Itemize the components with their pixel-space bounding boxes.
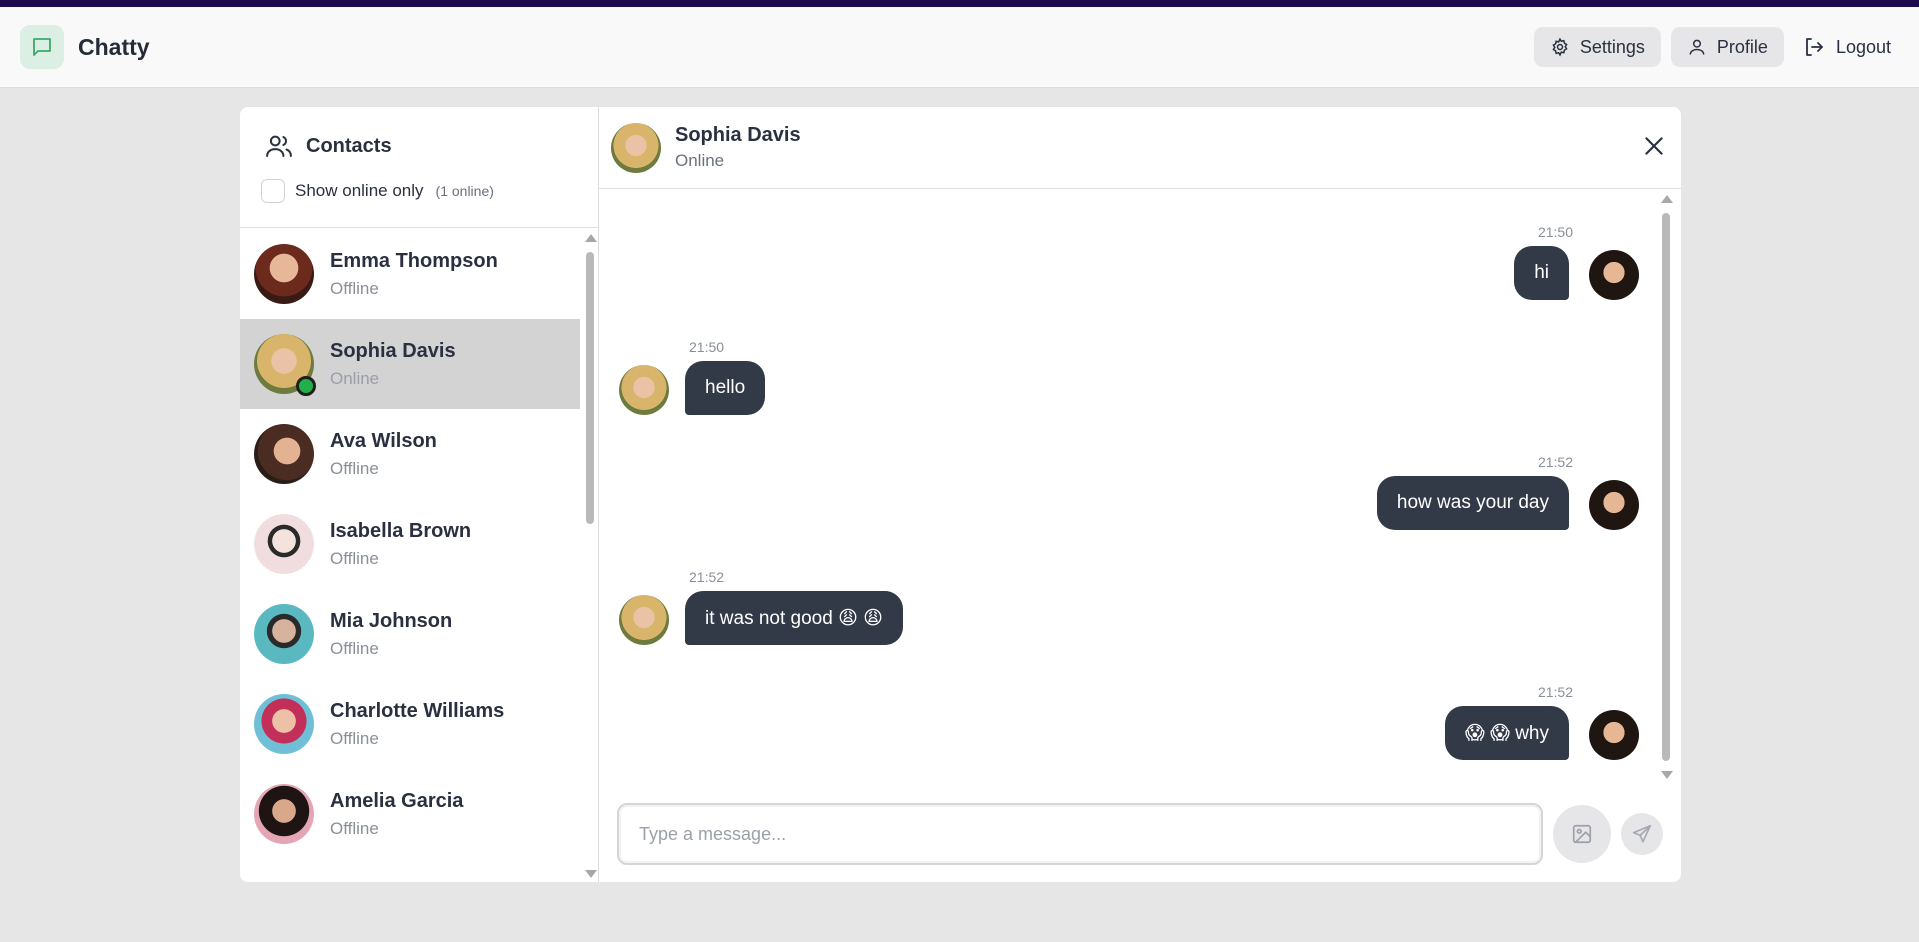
contacts-scrollbar[interactable] (583, 234, 597, 878)
message-input[interactable] (617, 803, 1543, 865)
message-text: hi (1534, 262, 1549, 283)
message-text: 😱 😱 why (1465, 722, 1549, 744)
user-icon (1689, 39, 1705, 55)
message-bubble: hi (1514, 246, 1569, 300)
settings-button[interactable]: Settings (1533, 27, 1661, 67)
online-count: (1 online) (435, 183, 494, 199)
contact-name: Sophia Davis (330, 339, 456, 362)
avatar (254, 244, 314, 304)
logout-label: Logout (1835, 36, 1891, 57)
chat-header: Sophia Davis Online (599, 107, 1681, 189)
chat-contact-name: Sophia Davis (675, 124, 801, 146)
sidebar-header: Contacts Show online only (1 online) (240, 107, 598, 228)
close-icon[interactable] (1641, 133, 1667, 164)
message-time: 21:52 (1537, 454, 1573, 470)
contact-item[interactable]: Charlotte Williams Offline (240, 679, 580, 769)
settings-label: Settings (1579, 36, 1645, 57)
avatar (1589, 710, 1639, 760)
avatar (1589, 250, 1639, 300)
chat-contact-status: Online (675, 151, 725, 170)
attach-image-button[interactable] (1553, 805, 1611, 863)
contact-name: Amelia Garcia (330, 789, 464, 812)
avatar (619, 595, 669, 645)
brand[interactable]: Chatty (20, 25, 150, 69)
avatar (254, 784, 314, 844)
message-bubble: it was not good 😩 😩 (685, 591, 903, 645)
message-time: 21:50 (689, 339, 725, 355)
contact-name: Emma Thompson (330, 249, 498, 272)
app-name: Chatty (78, 33, 150, 60)
message-text: hello (705, 377, 746, 398)
message-sent: 21:52 😱 😱 why (599, 650, 1661, 760)
contact-status: Offline (330, 278, 379, 298)
avatar (254, 514, 314, 574)
scrollbar-thumb[interactable] (1662, 213, 1670, 761)
send-button[interactable] (1621, 813, 1663, 855)
contact-status: Offline (330, 638, 379, 658)
chat-panel: Sophia Davis Online 21:50 hi 21:50 hello… (599, 107, 1681, 882)
message-composer (617, 803, 1663, 865)
messages-scrollbar[interactable] (1659, 195, 1673, 779)
contacts-title: Contacts (306, 134, 392, 157)
contact-item[interactable]: Mia Johnson Offline (240, 589, 580, 679)
avatar (611, 122, 661, 173)
message-time: 21:52 (1537, 684, 1573, 700)
message-text: how was your day (1396, 492, 1549, 513)
scroll-down-arrow-icon[interactable] (585, 870, 597, 878)
contact-name: Isabella Brown (330, 519, 472, 542)
message-sent: 21:52 how was your day (599, 420, 1661, 530)
message-bubble: hello (685, 361, 766, 415)
message-list: 21:50 hi 21:50 hello 21:52 how was your … (599, 190, 1661, 760)
show-online-label: Show online only (295, 181, 424, 200)
logout-button[interactable]: Logout (1794, 27, 1899, 67)
contact-name: Charlotte Williams (330, 699, 505, 722)
logout-icon (1806, 38, 1823, 56)
online-indicator (296, 376, 316, 396)
avatar (1589, 480, 1639, 530)
send-icon (1632, 824, 1652, 843)
avatar (254, 694, 314, 754)
contact-status: Offline (330, 458, 379, 478)
contact-name: Mia Johnson (330, 609, 453, 632)
contact-item[interactable]: Ava Wilson Offline (240, 409, 580, 499)
contact-name: Ava Wilson (330, 429, 437, 452)
contact-status: Offline (330, 728, 379, 748)
contact-item[interactable]: Isabella Brown Offline (240, 499, 580, 589)
message-time: 21:52 (689, 569, 725, 585)
message-received: 21:50 hello (599, 305, 1661, 415)
message-bubble: how was your day (1376, 476, 1569, 530)
profile-label: Profile (1716, 36, 1768, 57)
gear-icon (1552, 37, 1568, 57)
profile-button[interactable]: Profile (1670, 27, 1784, 67)
message-received: 21:52 it was not good 😩 😩 (599, 535, 1661, 645)
image-icon (1572, 824, 1592, 844)
show-online-checkbox[interactable] (261, 179, 285, 203)
scroll-up-arrow-icon[interactable] (585, 234, 597, 242)
contact-list: Emma Thompson Offline Sophia Davis Online … (240, 229, 580, 882)
contact-status: Online (330, 368, 380, 388)
top-accent-bar (0, 0, 1919, 7)
avatar (619, 365, 669, 415)
navbar: Chatty Settings Profile Logout (0, 7, 1919, 88)
message-bubble: 😱 😱 why (1445, 706, 1569, 760)
scroll-down-arrow-icon[interactable] (1661, 771, 1673, 779)
message-sent: 21:50 hi (599, 190, 1661, 300)
contacts-sidebar: Contacts Show online only (1 online) Emm… (240, 107, 599, 882)
avatar (254, 604, 314, 664)
contact-item[interactable]: Amelia Garcia Offline (240, 769, 580, 859)
users-icon (266, 135, 292, 157)
contact-status: Offline (330, 818, 379, 838)
message-time: 21:50 (1537, 224, 1573, 240)
contact-item-selected[interactable]: Sophia Davis Online (240, 319, 580, 409)
online-filter[interactable]: Show online only (1 online) (261, 179, 598, 203)
scroll-up-arrow-icon[interactable] (1661, 195, 1673, 203)
avatar (254, 424, 314, 484)
contact-status: Offline (330, 548, 379, 568)
chat-bubble-icon (20, 25, 64, 69)
chat-app-panel: Contacts Show online only (1 online) Emm… (240, 107, 1681, 882)
message-text: it was not good 😩 😩 (705, 607, 883, 629)
contact-item[interactable]: Emma Thompson Offline (240, 229, 580, 319)
scrollbar-thumb[interactable] (586, 252, 594, 524)
